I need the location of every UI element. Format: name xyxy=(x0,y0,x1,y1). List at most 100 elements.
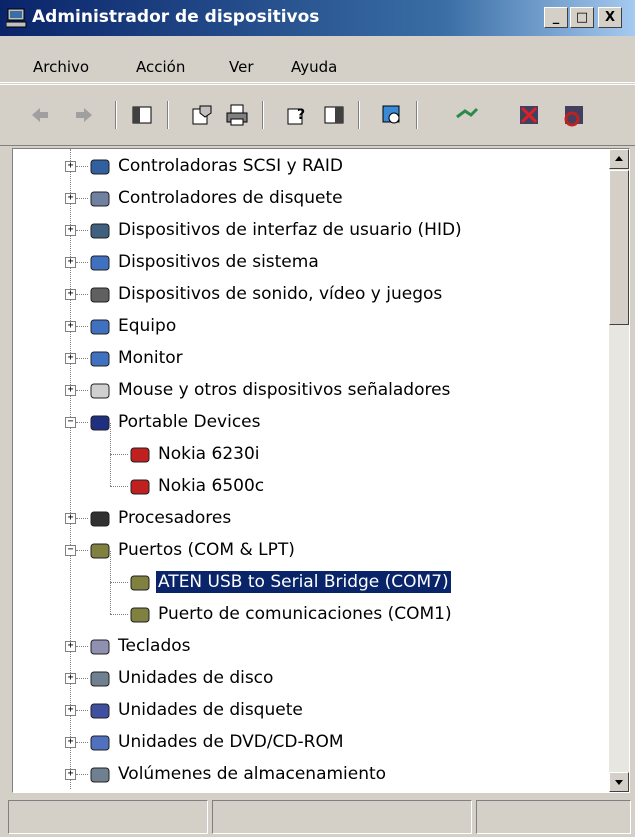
tree-item-label[interactable]: Portable Devices xyxy=(116,411,263,433)
tree-category-item[interactable]: − Puertos (COM & LPT) xyxy=(13,539,609,569)
tree-category-item[interactable]: + Mouse y otros dispositivos señaladores xyxy=(13,379,609,409)
processor-icon xyxy=(90,511,110,527)
tree-category-item[interactable]: + Monitor xyxy=(13,347,609,377)
menu-ayuda[interactable]: Ayuda xyxy=(291,58,337,76)
tree-item-label[interactable]: Teclados xyxy=(116,635,193,657)
minimize-button[interactable]: _ xyxy=(544,7,568,28)
tree-category-item[interactable]: + Volúmenes de almacenamiento xyxy=(13,763,609,792)
tree-item-label[interactable]: Monitor xyxy=(116,347,185,369)
show-hide-pane-icon[interactable] xyxy=(322,103,346,127)
tree-line xyxy=(110,423,111,454)
tree-line xyxy=(110,455,111,486)
tree-item-label[interactable]: Dispositivos de sistema xyxy=(116,251,321,273)
sound-icon xyxy=(90,287,110,303)
tree-item-label[interactable]: Puerto de comunicaciones (COM1) xyxy=(156,603,454,625)
forward-icon[interactable] xyxy=(72,103,96,127)
tree-item-label[interactable]: ATEN USB to Serial Bridge (COM7) xyxy=(155,570,452,594)
tree-category-item[interactable]: + Dispositivos de interfaz de usuario (HI… xyxy=(13,219,609,249)
device-tree[interactable]: + Controladoras SCSI y RAID + Controladores… xyxy=(12,148,630,793)
scroll-down-button[interactable] xyxy=(609,772,629,792)
system-device-icon xyxy=(90,255,110,271)
scroll-up-button[interactable] xyxy=(609,149,629,169)
tree-item-label[interactable]: Equipo xyxy=(116,315,178,337)
tree-category-item[interactable]: + Controladoras SCSI y RAID xyxy=(13,155,609,185)
tree-line xyxy=(76,742,88,743)
expand-icon[interactable]: + xyxy=(65,353,76,364)
expand-icon[interactable]: + xyxy=(65,673,76,684)
tree-item-label[interactable]: Controladores de disquete xyxy=(116,187,345,209)
disk-drive-icon xyxy=(90,671,110,687)
console-tree-icon[interactable] xyxy=(130,103,154,127)
expand-icon[interactable]: + xyxy=(65,161,76,172)
tree-category-item[interactable]: + Unidades de DVD/CD-ROM xyxy=(13,731,609,761)
expand-icon[interactable]: + xyxy=(65,641,76,652)
scan-hardware-icon[interactable] xyxy=(380,103,404,127)
expand-icon[interactable]: + xyxy=(65,193,76,204)
tree-line xyxy=(76,390,88,391)
serial-port-icon xyxy=(130,575,150,591)
expand-icon[interactable]: + xyxy=(65,737,76,748)
title-bar[interactable]: Administrador de dispositivos _ □ X xyxy=(0,0,635,36)
menu-archivo[interactable]: Archivo xyxy=(33,58,89,76)
menu-accion[interactable]: Acción xyxy=(136,58,185,76)
back-icon[interactable] xyxy=(28,103,52,127)
toolbar-separator xyxy=(358,101,360,129)
tree-item-label[interactable]: Procesadores xyxy=(116,507,233,529)
scroll-thumb[interactable] xyxy=(609,170,629,325)
tree-item-label[interactable]: Controladoras SCSI y RAID xyxy=(116,155,345,177)
tree-category-item[interactable]: + Procesadores xyxy=(13,507,609,537)
menu-ver[interactable]: Ver xyxy=(229,58,254,76)
close-button[interactable]: X xyxy=(598,7,622,28)
properties-icon[interactable] xyxy=(190,103,214,127)
tree-item-label[interactable]: Nokia 6500c xyxy=(156,475,266,497)
tree-category-item[interactable]: − Portable Devices xyxy=(13,411,609,441)
floppy-controller-icon xyxy=(90,191,110,207)
tree-child-item[interactable]: Nokia 6230i xyxy=(13,423,609,473)
expand-icon[interactable]: + xyxy=(65,321,76,332)
help-icon[interactable]: ? xyxy=(285,103,309,127)
tree-item-label[interactable]: Dispositivos de interfaz de usuario (HID… xyxy=(116,219,464,241)
expand-icon[interactable]: + xyxy=(65,385,76,396)
tree-item-label[interactable]: Volúmenes de almacenamiento xyxy=(116,763,388,785)
expand-icon[interactable]: + xyxy=(65,225,76,236)
tree-child-item[interactable]: ATEN USB to Serial Bridge (COM7) xyxy=(13,551,609,601)
tree-child-item[interactable]: Puerto de comunicaciones (COM1) xyxy=(13,583,609,633)
tree-category-item[interactable]: + Dispositivos de sonido, vídeo y juegos xyxy=(13,283,609,313)
tree-item-label[interactable]: Unidades de disco xyxy=(116,667,275,689)
toolbar-separator xyxy=(115,101,117,129)
expand-icon[interactable]: + xyxy=(65,289,76,300)
tree-category-item[interactable]: + Unidades de disco xyxy=(13,667,609,697)
collapse-icon[interactable]: − xyxy=(65,545,76,556)
tree-item-label[interactable]: Puertos (COM & LPT) xyxy=(116,539,297,561)
maximize-button[interactable]: □ xyxy=(570,7,594,28)
tree-item-label[interactable]: Unidades de DVD/CD-ROM xyxy=(116,731,346,753)
tree-item-label[interactable]: Nokia 6230i xyxy=(156,443,262,465)
disable-icon[interactable] xyxy=(562,103,586,127)
tree-child-item[interactable]: Nokia 6500c xyxy=(13,455,609,505)
tree-item-label[interactable]: Dispositivos de sonido, vídeo y juegos xyxy=(116,283,444,305)
tree-line xyxy=(76,358,88,359)
arrow-up-icon xyxy=(615,156,623,161)
tree-item-label[interactable]: Mouse y otros dispositivos señaladores xyxy=(116,379,452,401)
expand-icon[interactable]: + xyxy=(65,705,76,716)
expand-icon[interactable]: + xyxy=(65,513,76,524)
tree-item-label[interactable]: Unidades de disquete xyxy=(116,699,305,721)
update-driver-icon[interactable] xyxy=(455,103,479,127)
tree-category-item[interactable]: + Equipo xyxy=(13,315,609,345)
toolbar-separator xyxy=(167,101,169,129)
uninstall-icon[interactable] xyxy=(517,103,541,127)
computer-icon xyxy=(6,8,27,28)
collapse-icon[interactable]: − xyxy=(65,417,76,428)
print-icon[interactable] xyxy=(225,103,249,127)
tree-line xyxy=(76,294,88,295)
scsi-controller-icon xyxy=(90,159,110,175)
tree-category-item[interactable]: + Dispositivos de sistema xyxy=(13,251,609,281)
expand-icon[interactable]: + xyxy=(65,257,76,268)
menu-bar: Archivo Acción Ver Ayuda xyxy=(0,36,635,83)
expand-icon[interactable]: + xyxy=(65,769,76,780)
tree-category-item[interactable]: + Teclados xyxy=(13,635,609,665)
toolbar: ? xyxy=(0,84,635,146)
tree-category-item[interactable]: + Unidades de disquete xyxy=(13,699,609,729)
tree-category-item[interactable]: + Controladores de disquete xyxy=(13,187,609,217)
vertical-scrollbar[interactable] xyxy=(609,149,629,792)
